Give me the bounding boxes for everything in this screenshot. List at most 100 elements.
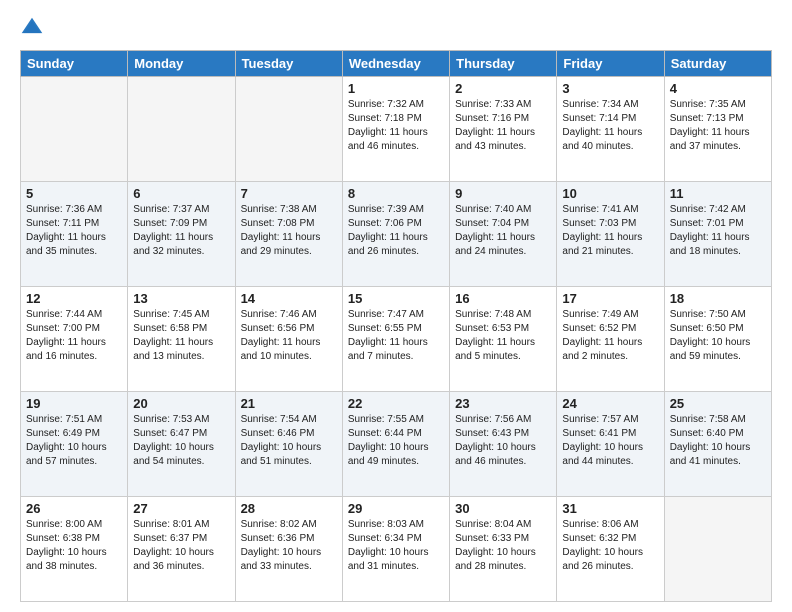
calendar-cell: 6 Sunrise: 7:37 AM Sunset: 7:09 PM Daylig…	[128, 182, 235, 287]
day-number: 16	[455, 291, 551, 306]
day-number: 29	[348, 501, 444, 516]
cell-content: Sunrise: 7:44 AM Sunset: 7:00 PM Dayligh…	[26, 308, 122, 364]
day-number: 4	[670, 81, 766, 96]
calendar-cell: 13 Sunrise: 7:45 AM Sunset: 6:58 PM Dayli…	[128, 287, 235, 392]
calendar-cell: 31 Sunrise: 8:06 AM Sunset: 6:32 PM Dayli…	[557, 497, 664, 602]
calendar-cell: 4 Sunrise: 7:35 AM Sunset: 7:13 PM Daylig…	[664, 77, 771, 182]
calendar-cell: 22 Sunrise: 7:55 AM Sunset: 6:44 PM Dayli…	[342, 392, 449, 497]
cell-content: Sunrise: 7:51 AM Sunset: 6:49 PM Dayligh…	[26, 413, 122, 469]
day-number: 12	[26, 291, 122, 306]
calendar-cell: 20Sunrise: 7:53 AM Sunset: 6:47 PM Dayli…	[128, 392, 235, 497]
calendar-cell: 3 Sunrise: 7:34 AM Sunset: 7:14 PM Daylig…	[557, 77, 664, 182]
cell-content: Sunrise: 7:37 AM Sunset: 7:09 PM Dayligh…	[133, 203, 229, 259]
day-number: 24	[562, 396, 658, 411]
day-number: 30	[455, 501, 551, 516]
cell-content: Sunrise: 7:57 AM Sunset: 6:41 PM Dayligh…	[562, 413, 658, 469]
calendar-cell: 25 Sunrise: 7:58 AM Sunset: 6:40 PM Dayli…	[664, 392, 771, 497]
cell-content: Sunrise: 7:53 AM Sunset: 6:47 PM Dayligh…	[133, 413, 229, 469]
cell-content: Sunrise: 8:06 AM Sunset: 6:32 PM Dayligh…	[562, 518, 658, 574]
cell-content: Sunrise: 7:56 AM Sunset: 6:43 PM Dayligh…	[455, 413, 551, 469]
day-number: 25	[670, 396, 766, 411]
calendar-week-4: 19 Sunrise: 7:51 AM Sunset: 6:49 PM Dayli…	[21, 392, 772, 497]
cell-content: Sunrise: 7:45 AM Sunset: 6:58 PM Dayligh…	[133, 308, 229, 364]
cell-content: Sunrise: 7:40 AM Sunset: 7:04 PM Dayligh…	[455, 203, 551, 259]
day-number: 2	[455, 81, 551, 96]
cell-content: Sunrise: 7:58 AM Sunset: 6:40 PM Dayligh…	[670, 413, 766, 469]
cell-content: Sunrise: 8:00 AM Sunset: 6:38 PM Dayligh…	[26, 518, 122, 574]
cell-content: Sunrise: 8:04 AM Sunset: 6:33 PM Dayligh…	[455, 518, 551, 574]
weekday-header-sunday: Sunday	[21, 51, 128, 77]
calendar-cell: 18 Sunrise: 7:50 AM Sunset: 6:50 PM Dayli…	[664, 287, 771, 392]
cell-content: Sunrise: 7:48 AM Sunset: 6:53 PM Dayligh…	[455, 308, 551, 364]
calendar-cell: 8 Sunrise: 7:39 AM Sunset: 7:06 PM Daylig…	[342, 182, 449, 287]
calendar-week-1: 1Sunrise: 7:32 AM Sunset: 7:18 PM Daylig…	[21, 77, 772, 182]
day-number: 23	[455, 396, 551, 411]
calendar-week-3: 12 Sunrise: 7:44 AM Sunset: 7:00 PM Dayli…	[21, 287, 772, 392]
day-number: 6	[133, 186, 229, 201]
day-number: 19	[26, 396, 122, 411]
cell-content: Sunrise: 7:39 AM Sunset: 7:06 PM Dayligh…	[348, 203, 444, 259]
calendar-cell: 5Sunrise: 7:36 AM Sunset: 7:11 PM Daylig…	[21, 182, 128, 287]
cell-content: Sunrise: 8:01 AM Sunset: 6:37 PM Dayligh…	[133, 518, 229, 574]
cell-content: Sunrise: 7:49 AM Sunset: 6:52 PM Dayligh…	[562, 308, 658, 364]
cell-content: Sunrise: 7:34 AM Sunset: 7:14 PM Dayligh…	[562, 98, 658, 154]
cell-content: Sunrise: 7:50 AM Sunset: 6:50 PM Dayligh…	[670, 308, 766, 364]
cell-content: Sunrise: 7:41 AM Sunset: 7:03 PM Dayligh…	[562, 203, 658, 259]
day-number: 3	[562, 81, 658, 96]
cell-content: Sunrise: 8:02 AM Sunset: 6:36 PM Dayligh…	[241, 518, 337, 574]
calendar-cell	[664, 497, 771, 602]
day-number: 13	[133, 291, 229, 306]
day-number: 8	[348, 186, 444, 201]
day-number: 18	[670, 291, 766, 306]
logo	[20, 16, 48, 40]
calendar-cell: 23 Sunrise: 7:56 AM Sunset: 6:43 PM Dayli…	[450, 392, 557, 497]
calendar-cell: 29 Sunrise: 8:03 AM Sunset: 6:34 PM Dayli…	[342, 497, 449, 602]
cell-content: Sunrise: 8:03 AM Sunset: 6:34 PM Dayligh…	[348, 518, 444, 574]
calendar-cell	[235, 77, 342, 182]
weekday-header-tuesday: Tuesday	[235, 51, 342, 77]
calendar-cell: 26 Sunrise: 8:00 AM Sunset: 6:38 PM Dayli…	[21, 497, 128, 602]
calendar-cell: 17 Sunrise: 7:49 AM Sunset: 6:52 PM Dayli…	[557, 287, 664, 392]
weekday-header-saturday: Saturday	[664, 51, 771, 77]
day-number: 17	[562, 291, 658, 306]
weekday-header-row: SundayMondayTuesdayWednesdayThursdayFrid…	[21, 51, 772, 77]
logo-icon	[20, 16, 44, 40]
cell-content: Sunrise: 7:55 AM Sunset: 6:44 PM Dayligh…	[348, 413, 444, 469]
calendar-cell: 30 Sunrise: 8:04 AM Sunset: 6:33 PM Dayli…	[450, 497, 557, 602]
weekday-header-monday: Monday	[128, 51, 235, 77]
weekday-header-friday: Friday	[557, 51, 664, 77]
calendar-cell: 27Sunrise: 8:01 AM Sunset: 6:37 PM Dayli…	[128, 497, 235, 602]
calendar-cell: 19 Sunrise: 7:51 AM Sunset: 6:49 PM Dayli…	[21, 392, 128, 497]
cell-content: Sunrise: 7:54 AM Sunset: 6:46 PM Dayligh…	[241, 413, 337, 469]
cell-content: Sunrise: 7:33 AM Sunset: 7:16 PM Dayligh…	[455, 98, 551, 154]
calendar-table: SundayMondayTuesdayWednesdayThursdayFrid…	[20, 50, 772, 602]
cell-content: Sunrise: 7:36 AM Sunset: 7:11 PM Dayligh…	[26, 203, 122, 259]
calendar-cell: 12 Sunrise: 7:44 AM Sunset: 7:00 PM Dayli…	[21, 287, 128, 392]
day-number: 11	[670, 186, 766, 201]
calendar-cell: 24 Sunrise: 7:57 AM Sunset: 6:41 PM Dayli…	[557, 392, 664, 497]
calendar-cell: 2 Sunrise: 7:33 AM Sunset: 7:16 PM Daylig…	[450, 77, 557, 182]
day-number: 15	[348, 291, 444, 306]
cell-content: Sunrise: 7:46 AM Sunset: 6:56 PM Dayligh…	[241, 308, 337, 364]
calendar-cell: 9 Sunrise: 7:40 AM Sunset: 7:04 PM Daylig…	[450, 182, 557, 287]
calendar-cell	[128, 77, 235, 182]
calendar-cell: 7Sunrise: 7:38 AM Sunset: 7:08 PM Daylig…	[235, 182, 342, 287]
day-number: 7	[241, 186, 337, 201]
day-number: 28	[241, 501, 337, 516]
day-number: 10	[562, 186, 658, 201]
calendar-cell: 1Sunrise: 7:32 AM Sunset: 7:18 PM Daylig…	[342, 77, 449, 182]
cell-content: Sunrise: 7:32 AM Sunset: 7:18 PM Dayligh…	[348, 98, 444, 154]
day-number: 9	[455, 186, 551, 201]
calendar-cell: 14Sunrise: 7:46 AM Sunset: 6:56 PM Dayli…	[235, 287, 342, 392]
calendar-week-5: 26 Sunrise: 8:00 AM Sunset: 6:38 PM Dayli…	[21, 497, 772, 602]
calendar-cell: 15Sunrise: 7:47 AM Sunset: 6:55 PM Dayli…	[342, 287, 449, 392]
day-number: 22	[348, 396, 444, 411]
cell-content: Sunrise: 7:35 AM Sunset: 7:13 PM Dayligh…	[670, 98, 766, 154]
calendar-week-2: 5Sunrise: 7:36 AM Sunset: 7:11 PM Daylig…	[21, 182, 772, 287]
day-number: 31	[562, 501, 658, 516]
day-number: 26	[26, 501, 122, 516]
calendar-cell: 11Sunrise: 7:42 AM Sunset: 7:01 PM Dayli…	[664, 182, 771, 287]
day-number: 21	[241, 396, 337, 411]
calendar-cell: 16 Sunrise: 7:48 AM Sunset: 6:53 PM Dayli…	[450, 287, 557, 392]
page: SundayMondayTuesdayWednesdayThursdayFrid…	[0, 0, 792, 612]
